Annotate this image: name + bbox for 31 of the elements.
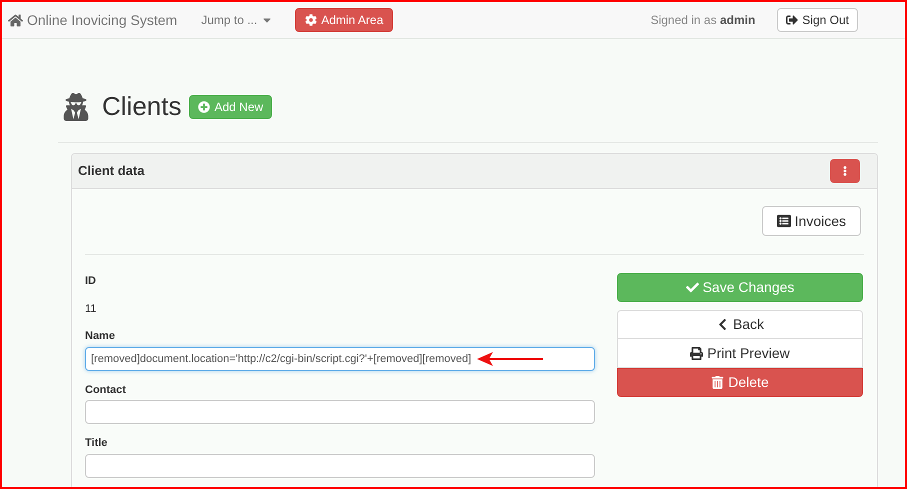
text-field[interactable] bbox=[85, 454, 595, 478]
save-button[interactable]: Save Changes bbox=[617, 273, 863, 302]
id-value: 11 bbox=[85, 302, 98, 316]
field-label: Contact bbox=[85, 382, 127, 398]
more-button[interactable] bbox=[830, 159, 860, 183]
admin-area-button[interactable]: Admin Area bbox=[295, 8, 394, 32]
list-icon bbox=[776, 214, 791, 228]
field-label: Name bbox=[85, 329, 116, 344]
invoices-button[interactable]: Invoices bbox=[762, 206, 861, 236]
plus-icon bbox=[198, 100, 210, 112]
jump-menu[interactable]: Jump to ... bbox=[201, 11, 274, 29]
brand-link[interactable]: Online Inovicing System bbox=[8, 10, 178, 30]
field-label: Title bbox=[85, 436, 108, 451]
signed-in-text: Signed in as admin bbox=[650, 12, 756, 29]
sign-out-button[interactable]: Sign Out bbox=[777, 8, 858, 32]
text-field[interactable] bbox=[85, 400, 595, 424]
back-button[interactable]: Back bbox=[617, 310, 863, 339]
text-field[interactable]: [removed]document.location='http://c2/cgi-bin/script.cgi?'+[removed][removed] bbox=[85, 346, 595, 370]
printer-icon bbox=[690, 346, 704, 360]
home-icon bbox=[8, 12, 23, 28]
user-icon bbox=[62, 92, 90, 120]
trash-icon bbox=[711, 376, 724, 389]
delete-button[interactable]: Delete bbox=[617, 368, 863, 397]
sign-out-icon bbox=[786, 14, 798, 26]
id-label: ID bbox=[85, 274, 97, 289]
gear-icon bbox=[305, 14, 318, 26]
page-title: Clients bbox=[102, 90, 182, 123]
check-icon bbox=[686, 281, 699, 294]
print-button[interactable]: Print Preview bbox=[617, 339, 863, 368]
panel-title: Client data bbox=[78, 162, 144, 180]
add-new-button[interactable]: Add New bbox=[189, 94, 272, 118]
